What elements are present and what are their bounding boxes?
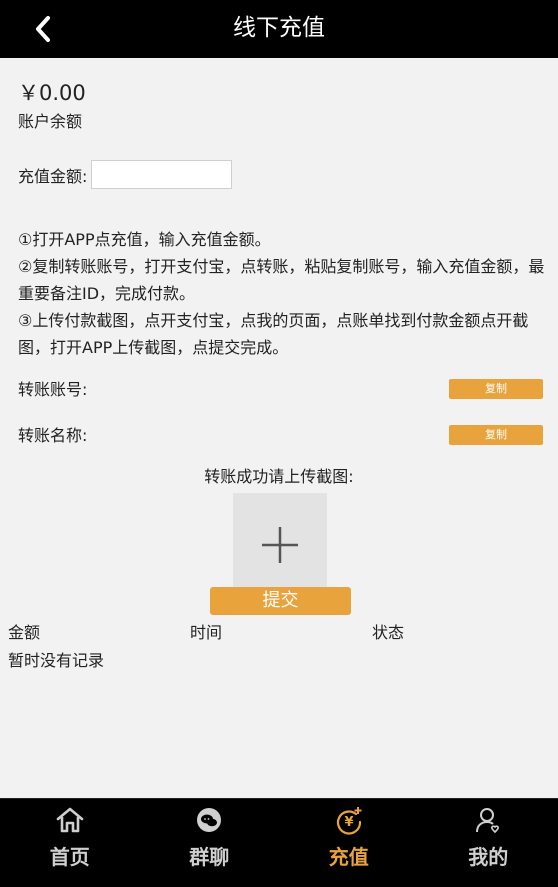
copy-name-button[interactable]: 复制 (449, 425, 543, 445)
transfer-account-row: 转账账号: 复制 (18, 379, 543, 401)
bottom-tab-bar: 首页 群聊 ¥ 充值 我的 (0, 798, 558, 887)
records-column-time: 时间 (190, 623, 223, 642)
balance-label: 账户余额 (18, 112, 83, 131)
tab-profile[interactable]: 我的 (419, 799, 558, 887)
records-column-status: 状态 (372, 623, 405, 642)
recharge-amount-row: 充值金额: (18, 160, 233, 189)
profile-icon (476, 808, 500, 834)
transfer-name-label: 转账名称: (18, 426, 88, 445)
tab-recharge[interactable]: ¥ 充值 (279, 799, 419, 887)
submit-button[interactable]: 提交 (210, 587, 351, 615)
svg-text:¥: ¥ (344, 815, 353, 830)
tab-group-chat[interactable]: 群聊 (140, 799, 280, 887)
records-column-amount: 金额 (8, 623, 41, 642)
tab-profile-label: 我的 (468, 845, 509, 869)
plus-icon (262, 527, 298, 563)
instruction-step-3: ③上传付款截图，点开支付宝，点我的页面，点账单找到付款金额点开截图，打开APP上… (18, 311, 529, 357)
recharge-amount-input[interactable] (91, 160, 233, 189)
records-empty-message: 暂时没有记录 (8, 651, 105, 670)
tab-home-label: 首页 (49, 845, 90, 869)
tab-home[interactable]: 首页 (0, 799, 140, 887)
balance-amount: ￥0.00 (18, 81, 86, 105)
transfer-name-row: 转账名称: 复制 (18, 425, 543, 447)
copy-account-button[interactable]: 复制 (449, 379, 543, 399)
home-icon (56, 807, 84, 833)
tab-group-chat-label: 群聊 (189, 845, 230, 869)
upload-label: 转账成功请上传截图: (204, 467, 354, 486)
recharge-amount-label: 充值金额: (18, 166, 88, 186)
tab-recharge-label: 充值 (328, 845, 369, 869)
transfer-account-label: 转账账号: (18, 380, 88, 399)
page-title: 线下充值 (233, 15, 325, 41)
chat-icon (197, 808, 222, 832)
top-bar: 线下充值 (0, 0, 558, 58)
instructions: ①打开APP点充值，输入充值金额。 ②复制转账账号，打开支付宝，点转账，粘贴复制… (18, 226, 548, 361)
instruction-step-2: ②复制转账账号，打开支付宝，点转账，粘贴复制账号，输入充值金额，最重要备注ID，… (18, 257, 545, 303)
recharge-icon: ¥ (336, 807, 362, 835)
instruction-step-1: ①打开APP点充值，输入充值金额。 (18, 230, 271, 249)
upload-screenshot-button[interactable] (233, 493, 327, 587)
